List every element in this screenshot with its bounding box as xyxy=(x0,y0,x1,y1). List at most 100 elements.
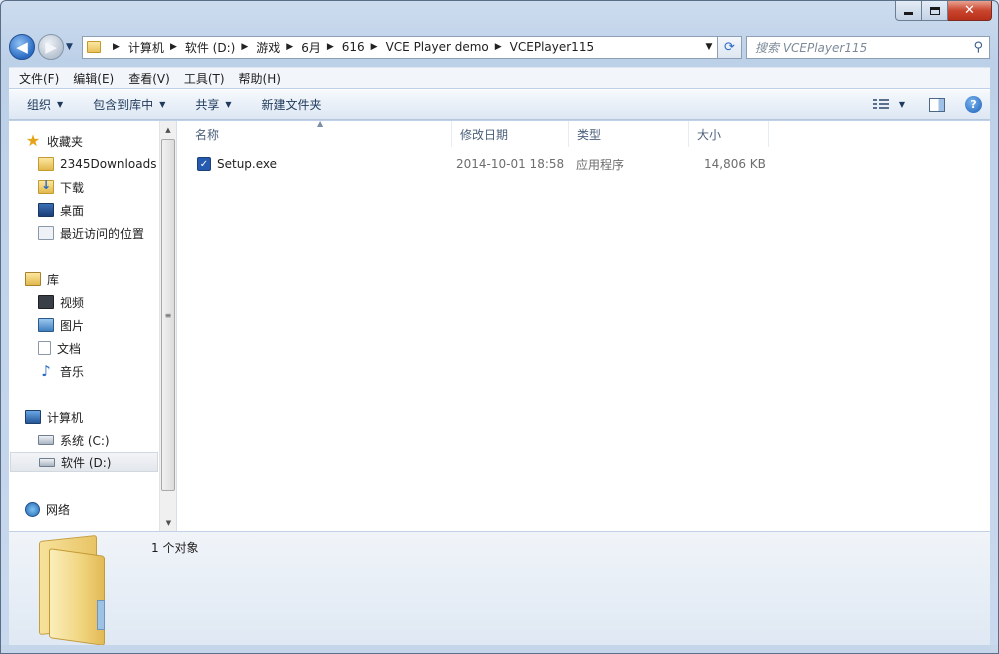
address-bar[interactable]: ▶ 计算机 ▶ 软件 (D:) ▶ 游戏 ▶ 6月 ▶ 616 ▶ VCE Player … xyxy=(82,35,718,59)
file-modified-cell: 2014-10-01 18:58 xyxy=(456,157,565,171)
column-header-modified[interactable]: 修改日期 xyxy=(452,121,569,147)
folder-icon xyxy=(35,534,105,646)
column-headers: 名称 ▲ 修改日期 类型 大小 xyxy=(177,119,990,147)
organize-button[interactable]: 组织 ▼ xyxy=(27,96,63,113)
window-bottom-border xyxy=(1,645,998,653)
details-pane: 1 个对象 xyxy=(9,531,990,647)
sort-ascending-icon: ▲ xyxy=(317,119,324,128)
folder-icon xyxy=(87,41,101,53)
breadcrumb-drive-d[interactable]: 软件 (D:) ▶ xyxy=(185,39,256,56)
navigation-scrollbar[interactable]: ▲ ≡ ▼ xyxy=(159,121,176,531)
back-arrow-icon: ◀ xyxy=(16,38,28,56)
share-button[interactable]: 共享 ▼ xyxy=(195,96,231,113)
chevron-right-icon[interactable]: ▶ xyxy=(327,42,334,52)
scroll-down-arrow[interactable]: ▼ xyxy=(160,514,177,531)
nav-item-downloads[interactable]: 下载 xyxy=(38,177,84,197)
menu-file[interactable]: 文件(F) xyxy=(19,70,59,87)
main-area: ★收藏夹 2345Downloads 下载 桌面 最近访问的位置 库 视频 图片… xyxy=(9,119,990,531)
forward-button[interactable]: ▶ xyxy=(38,34,64,60)
maximize-button[interactable] xyxy=(922,1,948,21)
menu-edit[interactable]: 编辑(E) xyxy=(73,70,114,87)
menu-help[interactable]: 帮助(H) xyxy=(239,70,281,87)
nav-item-pictures[interactable]: 图片 xyxy=(38,315,84,335)
forward-arrow-icon: ▶ xyxy=(45,38,57,56)
file-type-cell: 应用程序 xyxy=(576,157,625,172)
breadcrumb-616[interactable]: 616 ▶ xyxy=(342,40,386,54)
column-header-size[interactable]: 大小 xyxy=(689,121,769,147)
new-folder-button[interactable]: 新建文件夹 xyxy=(262,96,322,113)
breadcrumb-vce-demo[interactable]: VCE Player demo ▶ xyxy=(386,40,510,54)
search-icon[interactable]: ⚲ xyxy=(973,40,983,55)
chevron-right-icon[interactable]: ▶ xyxy=(170,42,177,52)
nav-computer[interactable]: 计算机 xyxy=(25,407,83,427)
window-controls: ✕ xyxy=(895,1,992,21)
refresh-button[interactable]: ⟳ xyxy=(718,35,742,59)
search-placeholder: 搜索 VCEPlayer115 xyxy=(755,40,868,55)
nav-item-drive-d[interactable]: 软件 (D:) xyxy=(10,452,158,472)
scrollbar-thumb[interactable]: ≡ xyxy=(161,139,175,491)
chevron-down-icon: ▼ xyxy=(159,100,166,109)
file-list: 名称 ▲ 修改日期 类型 大小 ✓ Setup.exe 2014-10-01 18… xyxy=(177,119,990,531)
nav-item-music[interactable]: ♪ 音乐 xyxy=(38,361,84,381)
column-header-type[interactable]: 类型 xyxy=(569,121,689,147)
nav-item-desktop[interactable]: 桌面 xyxy=(38,200,84,220)
nav-item-recent[interactable]: 最近访问的位置 xyxy=(38,223,144,243)
menu-bar: 文件(F) 编辑(E) 查看(V) 工具(T) 帮助(H) xyxy=(9,67,990,88)
file-row[interactable]: ✓ Setup.exe 2014-10-01 18:58 应用程序 14,806… xyxy=(177,153,990,175)
breadcrumb-root-chevron[interactable]: ▶ xyxy=(107,42,128,52)
nav-item-drive-c[interactable]: 系统 (C:) xyxy=(38,430,110,450)
music-note-icon: ♪ xyxy=(41,362,51,380)
file-name-cell[interactable]: ✓ Setup.exe xyxy=(197,153,277,175)
command-bar: 组织 ▼ 包含到库中 ▼ 共享 ▼ 新建文件夹 ▼ ? xyxy=(9,89,990,120)
explorer-window: ✕ ◀ ▶ ▼ ▶ 计算机 ▶ 软件 (D:) ▶ 游戏 ▶ 6月 ▶ 616 ▶ VCE… xyxy=(0,0,999,654)
view-options-icon[interactable] xyxy=(872,98,889,111)
downloads-folder-icon xyxy=(38,178,54,194)
breadcrumb-computer[interactable]: 计算机 ▶ xyxy=(128,39,185,56)
breadcrumb-games[interactable]: 游戏 ▶ xyxy=(256,39,301,56)
back-button[interactable]: ◀ xyxy=(9,34,35,60)
computer-icon xyxy=(25,410,41,424)
nav-item-2345downloads[interactable]: 2345Downloads xyxy=(38,154,156,174)
close-button[interactable]: ✕ xyxy=(948,1,992,21)
breadcrumb-current[interactable]: VCEPlayer115 xyxy=(510,40,594,54)
chevron-down-icon: ▼ xyxy=(57,100,64,109)
nav-network[interactable]: 网络 xyxy=(25,499,70,519)
recent-places-icon xyxy=(38,226,54,240)
breadcrumb-june[interactable]: 6月 ▶ xyxy=(301,39,342,56)
chevron-right-icon[interactable]: ▶ xyxy=(286,42,293,52)
application-icon: ✓ xyxy=(197,157,211,171)
nav-item-videos[interactable]: 视频 xyxy=(38,292,84,312)
minimize-button[interactable] xyxy=(895,1,922,21)
nav-libraries[interactable]: 库 xyxy=(25,269,59,289)
item-count: 1 个对象 xyxy=(151,541,199,555)
include-in-library-button[interactable]: 包含到库中 ▼ xyxy=(93,96,165,113)
address-history-dropdown[interactable]: ▼ xyxy=(701,42,717,52)
chevron-right-icon[interactable]: ▶ xyxy=(371,42,378,52)
nav-item-documents[interactable]: 文档 xyxy=(38,338,81,358)
preview-pane-icon[interactable] xyxy=(929,97,945,112)
menu-view[interactable]: 查看(V) xyxy=(128,70,170,87)
star-icon: ★ xyxy=(25,131,41,150)
folder-icon xyxy=(38,157,54,171)
library-icon xyxy=(25,272,41,286)
maximize-icon xyxy=(929,6,940,15)
navigation-pane: ★收藏夹 2345Downloads 下载 桌面 最近访问的位置 库 视频 图片… xyxy=(9,121,159,531)
command-bar-right: ▼ ? xyxy=(872,96,990,113)
address-row: ◀ ▶ ▼ ▶ 计算机 ▶ 软件 (D:) ▶ 游戏 ▶ 6月 ▶ 616 ▶ VCE P… xyxy=(9,31,990,63)
menu-tools[interactable]: 工具(T) xyxy=(184,70,225,87)
desktop-icon xyxy=(38,203,54,217)
network-icon xyxy=(25,501,40,517)
minimize-icon xyxy=(904,12,913,15)
search-box[interactable]: 搜索 VCEPlayer115 ⚲ xyxy=(746,35,990,59)
pictures-library-icon xyxy=(38,318,54,332)
view-options-dropdown[interactable]: ▼ xyxy=(899,100,905,109)
chevron-right-icon[interactable]: ▶ xyxy=(495,42,502,52)
close-icon: ✕ xyxy=(964,3,975,18)
column-header-name[interactable]: 名称 ▲ xyxy=(187,119,452,147)
nav-favorites[interactable]: ★ 收藏夹 xyxy=(25,131,83,151)
scroll-up-arrow[interactable]: ▲ xyxy=(160,121,176,138)
help-icon[interactable]: ? xyxy=(965,96,982,113)
chevron-right-icon[interactable]: ▶ xyxy=(241,42,248,52)
system-drive-icon xyxy=(38,435,54,445)
recent-pages-dropdown[interactable]: ▼ xyxy=(66,42,78,52)
